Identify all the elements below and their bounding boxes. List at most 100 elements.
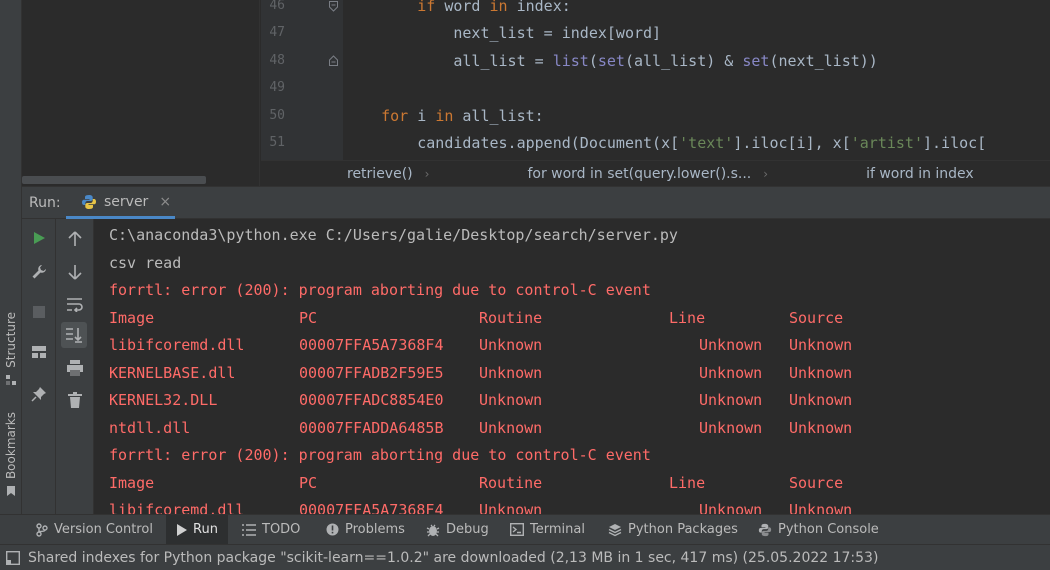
code-token: all_list =	[453, 52, 553, 70]
pin-icon	[31, 387, 46, 402]
tab-todo[interactable]: TODO	[232, 515, 310, 544]
code-editor[interactable]: 46 47 48 49 50 51 if word in index: next…	[22, 0, 1050, 186]
code-token: for	[381, 107, 409, 125]
breadcrumb: retrieve() › for word in set(query.lower…	[261, 160, 1050, 186]
code-line[interactable]: next_list = index[word]	[345, 24, 661, 42]
edit-configuration-button[interactable]	[26, 259, 52, 285]
console-line: Image PC Routine Line Source	[109, 474, 1009, 494]
console-cell: 00007FFA5A7368F4	[299, 501, 444, 514]
structure-tool-button[interactable]: Structure	[0, 312, 22, 386]
tab-problems[interactable]: Problems	[316, 515, 415, 544]
console-cell: Unknown	[789, 418, 853, 437]
tab-python-packages[interactable]: Python Packages	[598, 515, 748, 544]
soft-wrap-button[interactable]	[62, 291, 88, 317]
code-line[interactable]: for i in all_list:	[345, 107, 544, 125]
rerun-button[interactable]	[26, 225, 52, 251]
horizontal-scrollbar[interactable]	[22, 176, 206, 184]
fold-icon[interactable]	[329, 1, 338, 12]
console-cell: Line	[669, 308, 706, 327]
scroll-down-button[interactable]	[62, 259, 88, 285]
tab-terminal[interactable]: Terminal	[500, 515, 595, 544]
python-icon	[758, 523, 772, 536]
chevron-right-icon: ›	[763, 166, 769, 181]
event-log-icon[interactable]	[6, 550, 20, 565]
scroll-to-end-button[interactable]	[61, 322, 87, 348]
run-panel-header: Run: server ×	[22, 186, 1050, 219]
trash-icon	[68, 392, 82, 408]
console-cell: ntdll.dll	[109, 418, 191, 437]
tab-label: Version Control	[54, 522, 153, 537]
line-number: 49	[269, 80, 285, 95]
line-number: 47	[269, 25, 285, 40]
console-line: C:\anaconda3\python.exe C:/Users/galie/D…	[109, 226, 678, 244]
python-icon	[82, 194, 96, 209]
code-token: all_list:	[453, 107, 544, 125]
layout-button[interactable]	[26, 339, 52, 365]
console-line: KERNELBASE.dll 00007FFADB2F59E5 Unknown Unk…	[109, 364, 1009, 384]
tab-version-control[interactable]: Version Control	[26, 515, 163, 544]
console-cell: Routine	[479, 473, 543, 492]
console-line: Image PC Routine Line Source	[109, 309, 1009, 329]
left-tool-strip: Structure Bookmarks	[0, 0, 22, 514]
fold-end-icon[interactable]	[329, 55, 338, 66]
code-line[interactable]: if word in index:	[345, 0, 571, 15]
scroll-up-button[interactable]	[62, 226, 88, 252]
code-line[interactable]: all_list = list(set(all_list) & set(next…	[345, 52, 877, 70]
stop-button[interactable]	[26, 299, 52, 325]
console-cell: libifcoremd.dll	[109, 501, 245, 514]
console-cell: Unknown	[699, 418, 763, 437]
console-cell: Unknown	[699, 363, 763, 382]
console-line: forrtl: error (200): program aborting du…	[109, 446, 651, 464]
code-token: i	[408, 107, 436, 125]
chevron-right-icon: ›	[424, 166, 430, 181]
tab-run[interactable]: Run	[166, 515, 228, 544]
clear-all-button[interactable]	[62, 387, 88, 413]
tab-python-console[interactable]: Python Console	[748, 515, 889, 544]
console-cell: KERNEL32.DLL	[109, 391, 218, 409]
console-cell: Unknown	[479, 363, 543, 382]
stop-icon	[33, 306, 45, 318]
breadcrumb-item-retrieve[interactable]: retrieve()	[261, 166, 413, 182]
console-output[interactable]: C:\anaconda3\python.exe C:/Users/galie/D…	[94, 219, 1050, 514]
line-number: 50	[269, 108, 285, 123]
console-cell: Unknown	[479, 501, 543, 514]
pin-tab-button[interactable]	[26, 381, 52, 407]
tab-debug[interactable]: Debug	[416, 515, 499, 544]
console-cell: Unknown	[479, 336, 543, 354]
bookmarks-tool-button[interactable]: Bookmarks	[0, 412, 22, 497]
close-icon[interactable]: ×	[159, 194, 171, 210]
structure-icon	[6, 374, 16, 385]
console-line: csv read	[109, 253, 182, 272]
code-token: set	[742, 52, 770, 70]
console-line: libifcoremd.dll 00007FFA5A7368F4 Unknown Un…	[109, 336, 1009, 356]
packages-icon	[608, 523, 622, 536]
bookmarks-label: Bookmarks	[4, 412, 18, 480]
breadcrumb-item-for[interactable]: for word in set(query.lower().s...	[441, 166, 751, 182]
line-number: 46	[269, 0, 285, 13]
code-token: index:	[507, 0, 571, 15]
code-line[interactable]: candidates.append(Document(x['text'].ilo…	[345, 134, 986, 152]
console-cell: Unknown	[789, 391, 853, 409]
console-cell: Unknown	[789, 363, 853, 382]
print-button[interactable]	[62, 355, 88, 381]
line-number: 51	[269, 135, 285, 150]
run-icon	[177, 523, 187, 536]
code-token: candidates.append(Document(x[	[417, 134, 680, 152]
tab-label: Python Console	[778, 522, 879, 537]
arrow-up-icon	[68, 231, 82, 246]
tab-server[interactable]: server ×	[66, 187, 175, 219]
breadcrumb-item-if[interactable]: if word in index	[780, 166, 974, 182]
branch-icon	[36, 522, 48, 537]
console-cell: Unknown	[789, 336, 853, 354]
printer-icon	[67, 360, 83, 376]
console-cell: 00007FFADC8854E0	[299, 391, 444, 409]
wrench-icon	[32, 265, 46, 279]
terminal-icon	[510, 523, 524, 536]
play-icon	[34, 232, 45, 244]
tab-label: Terminal	[530, 522, 585, 537]
